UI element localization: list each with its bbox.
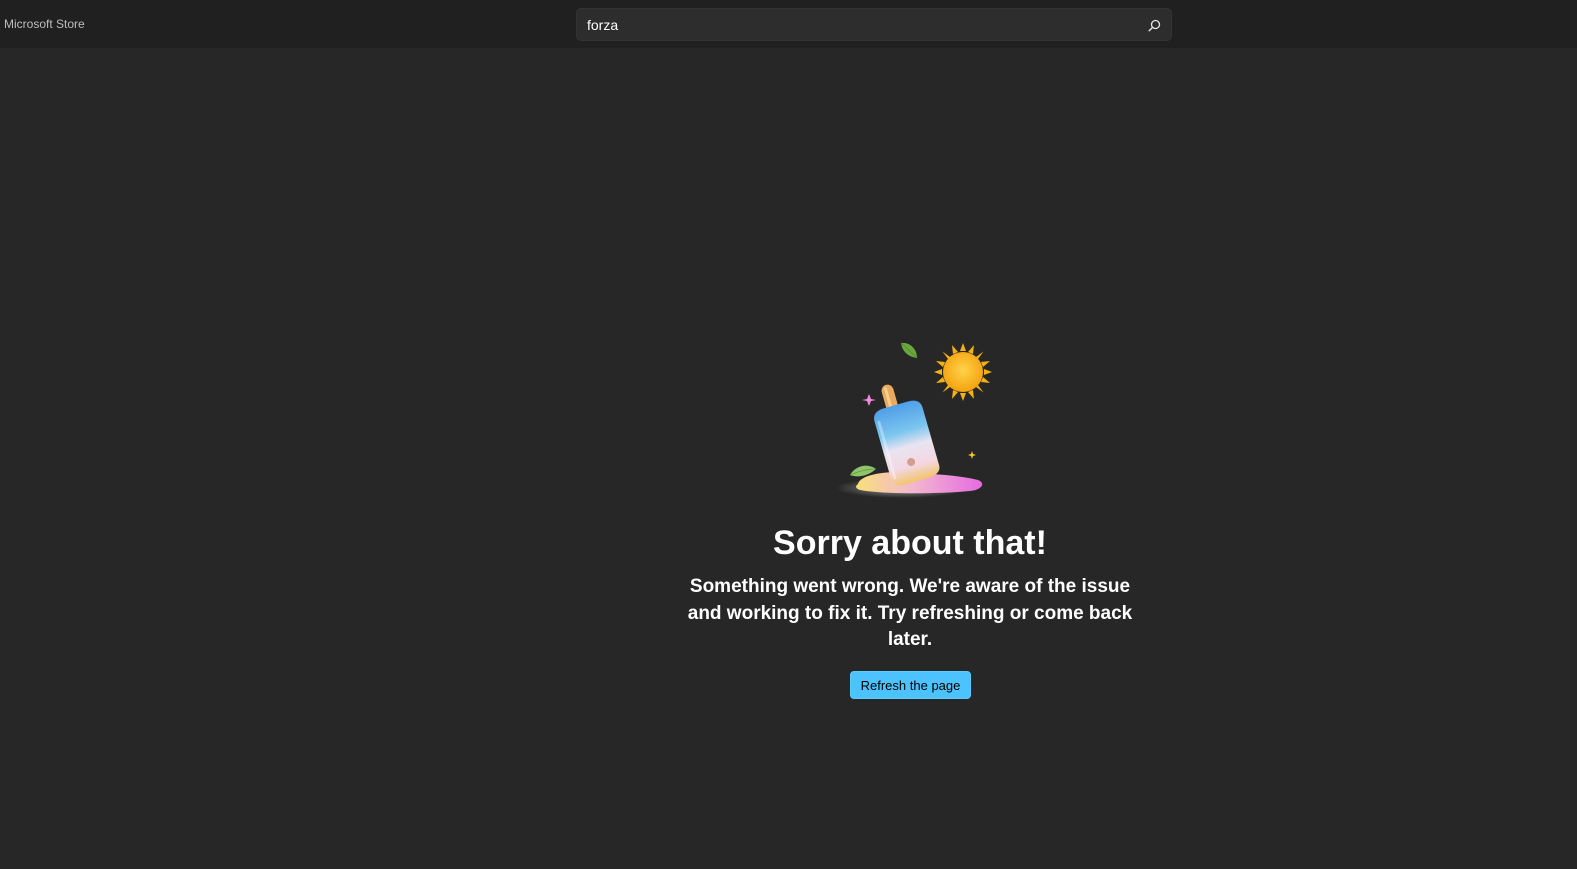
- title-bar: Microsoft Store: [0, 0, 1577, 48]
- main-content: [0, 48, 1577, 869]
- search-input[interactable]: [587, 9, 1127, 40]
- melting-popsicle-illustration: [830, 334, 1000, 504]
- error-title: Sorry about that!: [773, 524, 1047, 562]
- app-title: Microsoft Store: [4, 17, 85, 31]
- scrollbar-track[interactable]: [1568, 48, 1577, 869]
- error-message: Something went wrong. We're aware of the…: [687, 576, 1133, 650]
- search-icon: [1148, 19, 1160, 32]
- search-button[interactable]: [1143, 15, 1165, 35]
- refresh-button[interactable]: Refresh the page: [850, 671, 971, 699]
- search-box[interactable]: [576, 8, 1172, 41]
